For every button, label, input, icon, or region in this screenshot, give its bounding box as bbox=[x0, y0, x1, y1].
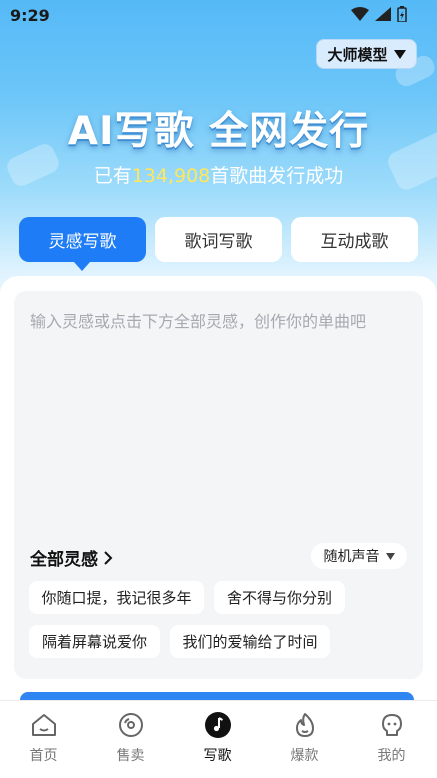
battery-icon bbox=[397, 6, 407, 22]
signal-icon bbox=[375, 7, 391, 21]
nav-profile[interactable]: 我的 bbox=[348, 701, 435, 778]
hero-subline: 已有134,908首歌曲发行成功 bbox=[0, 161, 437, 188]
generate-button-edge[interactable] bbox=[20, 692, 414, 700]
random-voice-dropdown[interactable]: 随机声音 bbox=[311, 543, 407, 569]
inspiration-input-card[interactable] bbox=[14, 291, 423, 679]
triangle-down-icon bbox=[393, 49, 406, 59]
nav-hot-label: 爆款 bbox=[290, 748, 319, 764]
nav-write[interactable]: 写歌 bbox=[174, 701, 261, 778]
flame-icon bbox=[291, 711, 319, 739]
status-time: 9:29 bbox=[10, 6, 50, 25]
model-label: 大师模型 bbox=[327, 45, 388, 64]
disc-icon bbox=[117, 711, 145, 739]
tab-interactive[interactable]: 互动成歌 bbox=[291, 217, 418, 262]
profile-icon bbox=[378, 711, 406, 739]
chevron-right-icon bbox=[104, 550, 113, 565]
status-bar: 9:29 bbox=[0, 0, 437, 30]
tab-inspiration[interactable]: 灵感写歌 bbox=[19, 217, 146, 262]
nav-sell[interactable]: 售卖 bbox=[87, 701, 174, 778]
inspiration-chip[interactable]: 我们的爱输给了时间 bbox=[170, 625, 330, 658]
active-tab-pointer bbox=[74, 262, 90, 271]
inspiration-chip[interactable]: 隔着屏幕说爱你 bbox=[29, 625, 160, 658]
wifi-icon bbox=[351, 7, 369, 21]
tab-lyrics[interactable]: 歌词写歌 bbox=[155, 217, 282, 262]
hero-headline: AI写歌 全网发行 bbox=[67, 109, 370, 154]
triangle-down-icon bbox=[385, 552, 395, 560]
model-selector-button[interactable]: 大师模型 bbox=[316, 39, 417, 69]
inspiration-chip[interactable]: 你随口提，我记很多年 bbox=[29, 581, 204, 614]
mode-tabs: 灵感写歌 歌词写歌 互动成歌 bbox=[19, 217, 418, 262]
all-inspiration-label: 全部灵感 bbox=[30, 550, 98, 570]
all-inspiration-link[interactable]: 全部灵感 bbox=[30, 545, 113, 570]
bottom-nav: 首页 售卖 写歌 爆款 我的 bbox=[0, 700, 437, 778]
subline-suffix: 首歌曲发行成功 bbox=[210, 165, 344, 187]
nav-home-label: 首页 bbox=[29, 748, 58, 764]
release-count: 134,908 bbox=[131, 165, 211, 187]
nav-hot[interactable]: 爆款 bbox=[261, 701, 348, 778]
nav-profile-label: 我的 bbox=[377, 748, 406, 764]
home-icon bbox=[30, 711, 58, 739]
subline-prefix: 已有 bbox=[93, 165, 132, 187]
inspiration-chip[interactable]: 舍不得与你分别 bbox=[214, 581, 345, 614]
nav-home[interactable]: 首页 bbox=[0, 701, 87, 778]
music-note-icon bbox=[204, 711, 232, 739]
inspiration-input-placeholder[interactable]: 输入灵感或点击下方全部灵感，创作你的单曲吧 bbox=[30, 308, 366, 332]
nav-write-label: 写歌 bbox=[203, 748, 232, 764]
voice-label: 随机声音 bbox=[323, 549, 380, 565]
nav-sell-label: 售卖 bbox=[116, 748, 145, 764]
